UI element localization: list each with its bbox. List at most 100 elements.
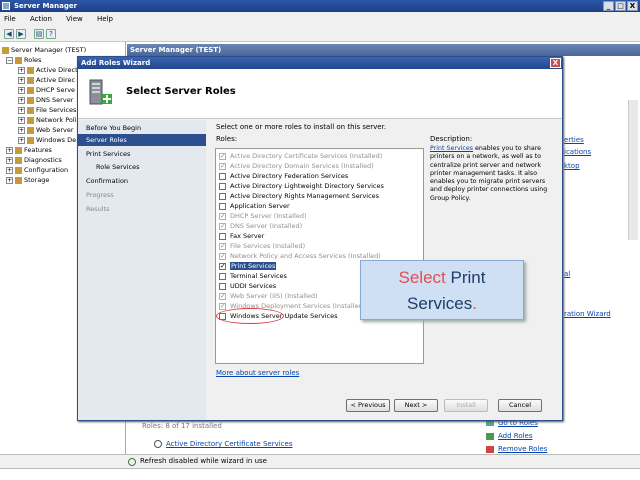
callout-period: . [472, 294, 477, 313]
expand-icon[interactable]: + [18, 76, 25, 84]
tree-storage[interactable]: + Storage [6, 175, 49, 185]
role-ad-cert: ✓ Active Directory Certificate Services (… [219, 151, 383, 160]
role-ad-rights[interactable]: Active Directory Rights Management Servi… [219, 191, 379, 201]
action-link[interactable]: ration Wizard [564, 310, 611, 318]
ad-cert-link[interactable]: Active Directory Certificate Services [166, 440, 292, 448]
toolbar: ◀ ▶ ▤ ? [0, 26, 640, 42]
minimize-button[interactable]: _ [603, 1, 614, 11]
wizard-close-button[interactable]: X [550, 58, 561, 68]
role-terminal-services[interactable]: Terminal Services [219, 271, 287, 281]
bottom-strip [0, 468, 640, 480]
roles-list: ✓ Active Directory Certificate Services (… [215, 148, 424, 364]
tree-role-item[interactable]: + Windows De [18, 135, 76, 145]
tree-diagnostics[interactable]: + Diagnostics [6, 155, 62, 165]
role-checkbox: ✓ [219, 211, 226, 220]
role-fax-server[interactable]: Fax Server [219, 231, 264, 241]
vertical-scrollbar[interactable] [628, 100, 638, 240]
step-role-services[interactable]: Role Services [96, 161, 139, 173]
expand-icon[interactable]: + [18, 86, 25, 94]
role-checkbox[interactable] [219, 232, 226, 240]
tree-role-item[interactable]: + Web Server [18, 125, 74, 135]
expand-icon[interactable]: + [18, 96, 25, 104]
collapse-icon[interactable]: − [6, 56, 13, 64]
expand-icon[interactable]: + [6, 166, 13, 174]
role-print-services[interactable]: ✓ Print Services [219, 261, 277, 271]
tree-role-item[interactable]: + File Services [18, 105, 76, 115]
expand-icon[interactable]: + [18, 136, 25, 144]
role-checkbox[interactable]: ✓ [219, 262, 226, 270]
maximize-button[interactable]: □ [615, 1, 626, 11]
tree-configuration[interactable]: + Configuration [6, 165, 68, 175]
instruction-text: Select one or more roles to install on t… [216, 123, 387, 131]
expand-icon[interactable]: + [6, 156, 13, 164]
remove-roles-link[interactable]: Remove Roles [498, 445, 547, 453]
callout-word-print: Print [450, 268, 486, 287]
role-checkbox[interactable] [219, 172, 226, 180]
expand-icon[interactable]: + [6, 176, 13, 184]
tree-role-item[interactable]: + Active Direc [18, 75, 75, 85]
help-icon[interactable]: ? [46, 29, 56, 39]
previous-button[interactable]: < Previous [346, 399, 390, 412]
role-checkbox[interactable] [219, 272, 226, 280]
add-roles-wizard: Add Roles Wizard X Select Server Roles B… [77, 56, 563, 421]
expand-icon[interactable]: + [18, 66, 25, 74]
role-checkbox[interactable] [219, 192, 226, 200]
tree-role-item[interactable]: + DNS Server [18, 95, 73, 105]
menu-view[interactable]: View [66, 15, 83, 23]
role-network-policy: ✓ Network Policy and Access Services (Ins… [219, 251, 381, 260]
step-print-services[interactable]: Print Services [86, 148, 130, 160]
more-about-roles-link[interactable]: More about server roles [216, 369, 299, 377]
role-ad-lightweight[interactable]: Active Directory Lightweight Directory S… [219, 181, 384, 191]
tree-role-item[interactable]: + DHCP Serve [18, 85, 75, 95]
forward-arrow-icon[interactable]: ▶ [16, 29, 26, 39]
step-before-you-begin[interactable]: Before You Begin [86, 122, 141, 134]
step-server-roles[interactable]: Server Roles [78, 134, 206, 146]
expand-icon[interactable]: + [6, 146, 13, 154]
cancel-button[interactable]: Cancel [498, 399, 542, 412]
storage-icon [15, 176, 22, 184]
action-link[interactable]: erties [564, 136, 584, 144]
role-uddi[interactable]: UDDI Services [219, 281, 276, 291]
console-tree-icon[interactable]: ▤ [34, 29, 44, 39]
role-application-server[interactable]: Application Server [219, 201, 290, 211]
next-button[interactable]: Next > [394, 399, 438, 412]
step-progress: Progress [86, 191, 114, 199]
wizard-heading: Select Server Roles [126, 86, 236, 97]
menu-file[interactable]: File [4, 15, 16, 23]
roles-count: Roles: 8 of 17 installed [142, 422, 222, 430]
role-ad-federation[interactable]: Active Directory Federation Services [219, 171, 348, 181]
role-checkbox[interactable] [219, 282, 226, 290]
action-link[interactable]: ications [564, 148, 591, 156]
expand-icon[interactable]: + [18, 106, 25, 114]
step-confirmation[interactable]: Confirmation [86, 175, 128, 187]
menu-help[interactable]: Help [97, 15, 113, 23]
expand-icon[interactable]: + [18, 126, 25, 134]
menu-action[interactable]: Action [30, 15, 52, 23]
description-text: Print Services enables you to share prin… [430, 145, 548, 202]
role-icon [27, 66, 34, 74]
print-services-link[interactable]: Print Services [430, 145, 473, 152]
role-icon [27, 116, 34, 124]
details-header: Server Manager (TEST) [127, 44, 640, 56]
roles-actions: Go to Roles Add Roles Remove Roles [484, 418, 624, 454]
role-checkbox: ✓ [219, 151, 226, 160]
highlight-circle [216, 308, 284, 324]
action-link[interactable]: al [564, 270, 570, 278]
roles-label: Roles: [216, 135, 238, 143]
action-link[interactable]: ktop [564, 162, 580, 170]
role-checkbox[interactable] [219, 202, 226, 210]
tree-features[interactable]: + Features [6, 145, 52, 155]
back-arrow-icon[interactable]: ◀ [4, 29, 14, 39]
expand-icon[interactable]: + [18, 116, 25, 124]
role-checkbox: ✓ [219, 241, 226, 250]
tree-roles[interactable]: − Roles [6, 55, 41, 65]
role-icon [27, 136, 34, 144]
wizard-header: Select Server Roles [78, 69, 562, 119]
close-button[interactable]: X [627, 1, 638, 11]
role-ad-domain: ✓ Active Directory Domain Services (Insta… [219, 161, 374, 170]
diagnostics-icon [15, 156, 22, 164]
tree-role-item[interactable]: + Network Poli [18, 115, 76, 125]
add-roles-link[interactable]: Add Roles [498, 432, 533, 440]
role-checkbox[interactable] [219, 182, 226, 190]
tree-root[interactable]: Server Manager (TEST) [2, 45, 86, 55]
